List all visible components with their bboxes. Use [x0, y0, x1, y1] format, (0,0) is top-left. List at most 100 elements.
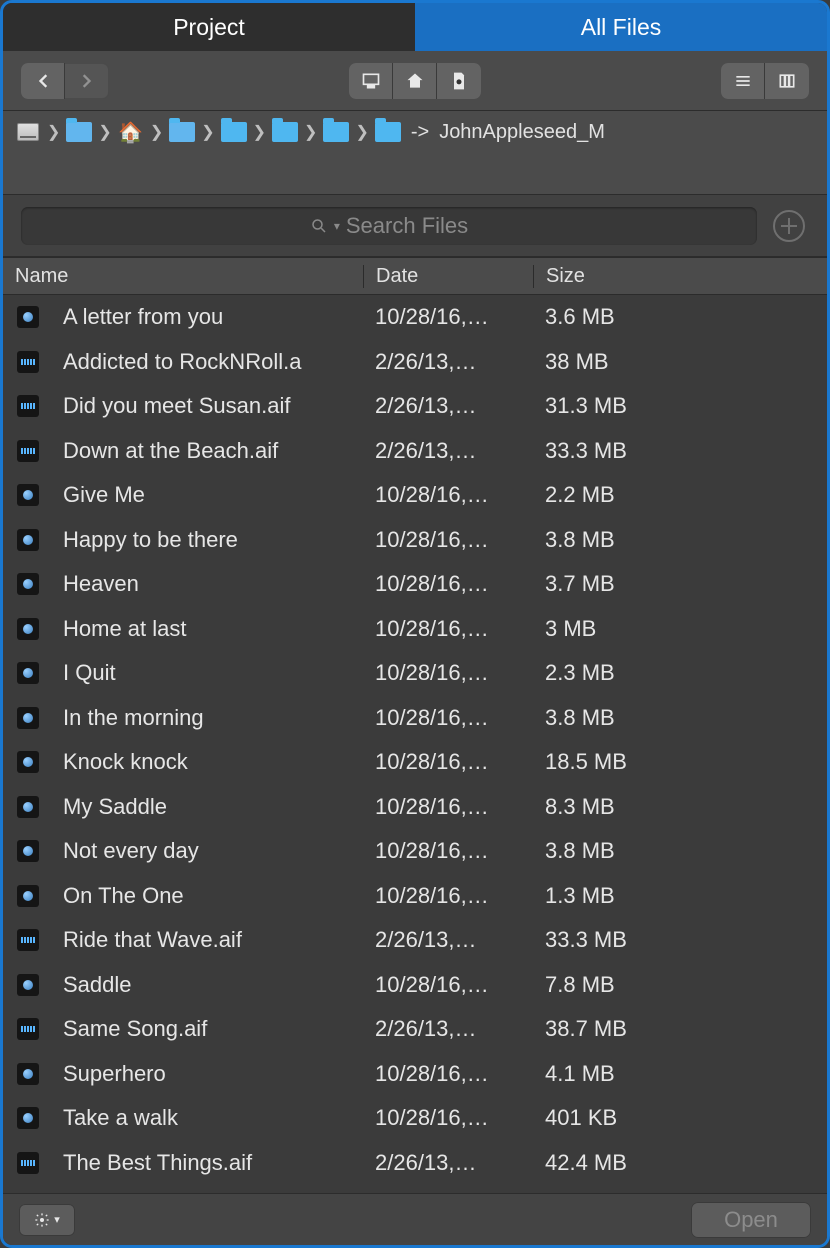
file-size: 401 KB — [533, 1105, 827, 1131]
columns-icon — [777, 71, 797, 91]
file-name: Heaven — [47, 571, 363, 597]
chevron-right-icon — [77, 71, 97, 91]
project-file-icon — [17, 974, 39, 996]
file-name: Addicted to RockNRoll.a — [47, 349, 363, 375]
home-button[interactable] — [393, 63, 437, 99]
file-name: Did you meet Susan.aif — [47, 393, 363, 419]
chevron-right-icon: ❯ — [148, 122, 165, 142]
project-home-button[interactable] — [437, 63, 481, 99]
file-size: 2.3 MB — [533, 660, 827, 686]
open-button[interactable]: Open — [691, 1202, 811, 1238]
action-menu-button[interactable]: ▾ — [19, 1204, 75, 1236]
dropbox-folder-icon — [169, 121, 195, 143]
table-row[interactable]: Not every day10/28/16,…3.8 MB — [3, 829, 827, 874]
file-date: 2/26/13,… — [363, 1150, 533, 1176]
audio-file-icon — [17, 395, 39, 417]
file-size: 33.3 MB — [533, 927, 827, 953]
table-row[interactable]: Superhero10/28/16,…4.1 MB — [3, 1052, 827, 1097]
project-file-icon — [17, 707, 39, 729]
table-row[interactable]: Did you meet Susan.aif2/26/13,…31.3 MB — [3, 384, 827, 429]
file-size: 42.4 MB — [533, 1150, 827, 1176]
file-name: My Saddle — [47, 794, 363, 820]
list-icon — [733, 71, 753, 91]
file-date: 10/28/16,… — [363, 660, 533, 686]
table-row[interactable]: On The One10/28/16,…1.3 MB — [3, 874, 827, 919]
column-date[interactable]: Date — [363, 265, 533, 288]
table-row[interactable]: Give Me10/28/16,…2.2 MB — [3, 473, 827, 518]
search-row: ▾ Search Files — [3, 195, 827, 257]
tab-project[interactable]: Project — [3, 3, 415, 51]
add-button[interactable] — [769, 206, 809, 246]
computer-icon — [361, 71, 381, 91]
plus-circle-icon — [772, 209, 806, 243]
file-name: A letter from you — [47, 304, 363, 330]
file-date: 2/26/13,… — [363, 438, 533, 464]
file-date: 10/28/16,… — [363, 838, 533, 864]
file-size: 18.5 MB — [533, 749, 827, 775]
drive-icon — [15, 121, 41, 143]
file-name: Same Song.aif — [47, 1016, 363, 1042]
file-date: 10/28/16,… — [363, 1061, 533, 1087]
computer-button[interactable] — [349, 63, 393, 99]
folder-icon — [272, 121, 298, 143]
file-date: 10/28/16,… — [363, 1105, 533, 1131]
column-name[interactable]: Name — [3, 265, 363, 288]
table-row[interactable]: I Quit10/28/16,…2.3 MB — [3, 651, 827, 696]
table-row[interactable]: Home at last10/28/16,…3 MB — [3, 607, 827, 652]
chevron-right-icon: ❯ — [251, 122, 268, 142]
table-row[interactable]: Addicted to RockNRoll.a2/26/13,…38 MB — [3, 340, 827, 385]
project-file-icon — [17, 618, 39, 640]
project-file-icon — [17, 662, 39, 684]
file-date: 2/26/13,… — [363, 349, 533, 375]
file-size: 31.3 MB — [533, 393, 827, 419]
back-button[interactable] — [21, 63, 65, 99]
file-size: 3.8 MB — [533, 705, 827, 731]
chevron-down-icon: ▾ — [54, 1213, 60, 1226]
table-row[interactable]: Saddle10/28/16,…7.8 MB — [3, 963, 827, 1008]
tab-all-files[interactable]: All Files — [415, 3, 827, 51]
table-row[interactable]: Knock knock10/28/16,…18.5 MB — [3, 740, 827, 785]
column-size[interactable]: Size — [533, 265, 827, 288]
chevron-left-icon — [33, 71, 53, 91]
project-file-icon — [17, 840, 39, 862]
project-file-icon — [17, 885, 39, 907]
file-name: Happy to be there — [47, 527, 363, 553]
file-date: 10/28/16,… — [363, 304, 533, 330]
file-name: On The One — [47, 883, 363, 909]
file-name: Knock knock — [47, 749, 363, 775]
audio-file-icon — [17, 1018, 39, 1040]
table-row[interactable]: In the morning10/28/16,…3.8 MB — [3, 696, 827, 741]
table-row[interactable]: Same Song.aif2/26/13,…38.7 MB — [3, 1007, 827, 1052]
file-list[interactable]: A letter from you10/28/16,…3.6 MBAddicte… — [3, 295, 827, 1193]
table-row[interactable]: A letter from you10/28/16,…3.6 MB — [3, 295, 827, 340]
file-date: 2/26/13,… — [363, 393, 533, 419]
file-size: 38 MB — [533, 349, 827, 375]
project-file-icon — [17, 1063, 39, 1085]
audio-file-icon — [17, 351, 39, 373]
file-date: 10/28/16,… — [363, 972, 533, 998]
file-size: 7.8 MB — [533, 972, 827, 998]
file-size: 3.6 MB — [533, 304, 827, 330]
file-name: The Best Things.aif — [47, 1150, 363, 1176]
table-row[interactable]: Ride that Wave.aif2/26/13,…33.3 MB — [3, 918, 827, 963]
search-input[interactable]: ▾ Search Files — [21, 207, 757, 245]
chevron-right-icon: ❯ — [199, 122, 216, 142]
table-row[interactable]: Down at the Beach.aif2/26/13,…33.3 MB — [3, 429, 827, 474]
home-icon — [405, 71, 425, 91]
table-row[interactable]: Take a walk10/28/16,…401 KB — [3, 1096, 827, 1141]
list-view-button[interactable] — [721, 63, 765, 99]
table-row[interactable]: The Best Things.aif2/26/13,…42.4 MB — [3, 1141, 827, 1186]
table-row[interactable]: My Saddle10/28/16,…8.3 MB — [3, 785, 827, 830]
column-headers: Name Date Size — [3, 257, 827, 295]
file-date: 10/28/16,… — [363, 482, 533, 508]
project-file-icon — [17, 573, 39, 595]
search-placeholder: Search Files — [346, 213, 468, 239]
breadcrumb[interactable]: ❯ ❯ 🏠 ❯ ❯ ❯ ❯ ❯ -> JohnAppleseed_M — [3, 111, 827, 153]
file-size: 3.8 MB — [533, 527, 827, 553]
file-date: 10/28/16,… — [363, 616, 533, 642]
column-view-button[interactable] — [765, 63, 809, 99]
folder-icon — [221, 121, 247, 143]
table-row[interactable]: Happy to be there10/28/16,…3.8 MB — [3, 518, 827, 563]
table-row[interactable]: Heaven10/28/16,…3.7 MB — [3, 562, 827, 607]
forward-button[interactable] — [65, 63, 109, 99]
